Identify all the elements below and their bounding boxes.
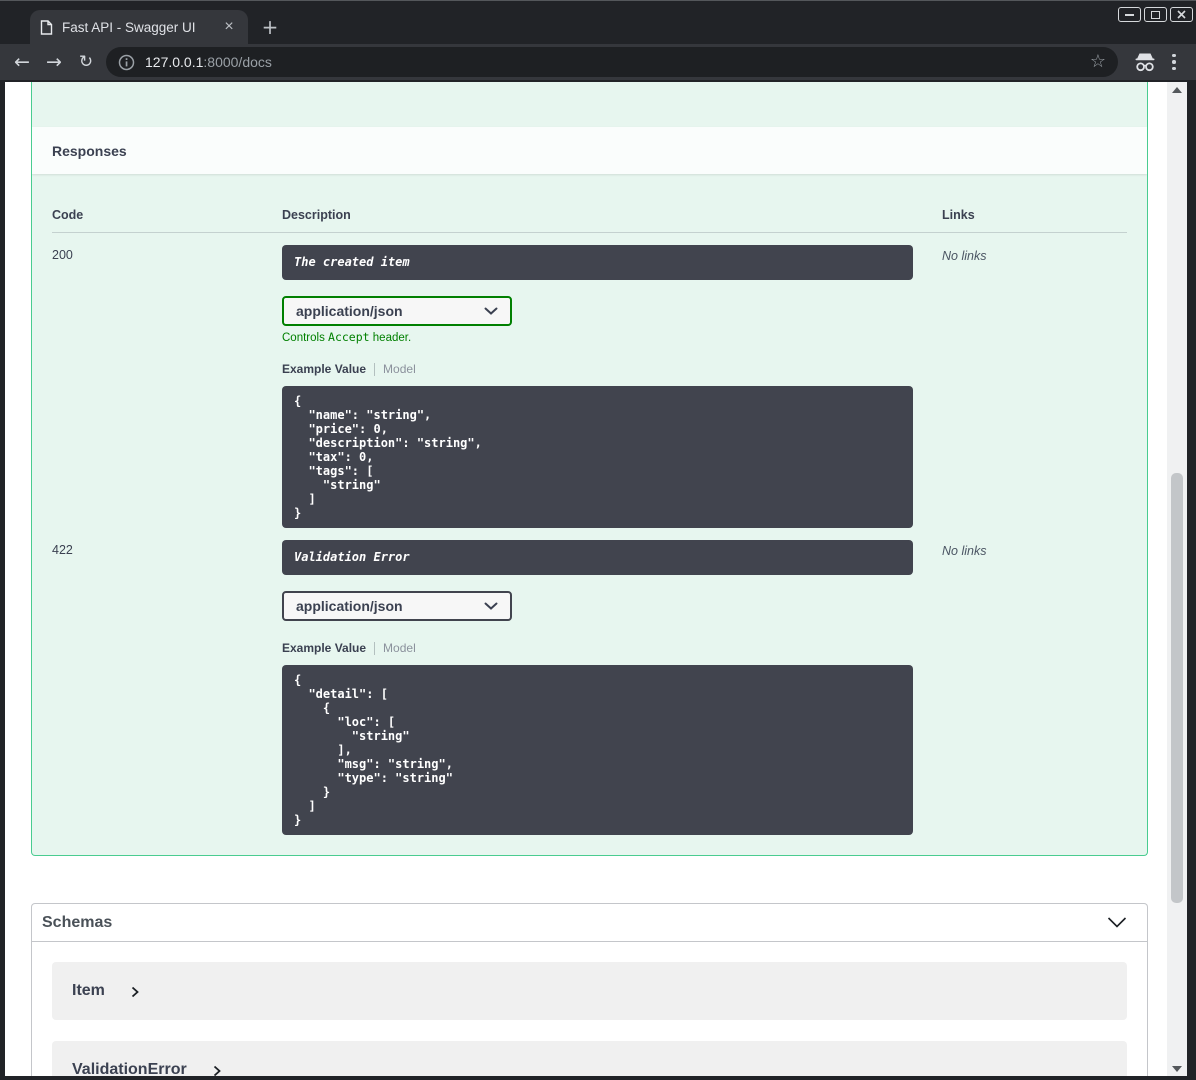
- tab-separator: [374, 641, 376, 655]
- schema-name: ValidationError: [72, 1061, 187, 1076]
- page-viewport: Responses Code Description Links 200 The…: [5, 82, 1187, 1076]
- tab-example-value[interactable]: Example Value: [282, 362, 366, 376]
- chevron-down-icon: [484, 307, 498, 315]
- url-path: :8000/docs: [203, 54, 272, 70]
- chevron-right-icon: [213, 1065, 221, 1076]
- responses-table-header: Code Description Links: [52, 194, 1127, 233]
- media-type-value: application/json: [296, 598, 403, 614]
- browser-titlebar: Fast API - Swagger UI × +: [0, 1, 1196, 45]
- media-type-value: application/json: [296, 303, 403, 319]
- chevron-down-icon[interactable]: [1107, 917, 1127, 928]
- maximize-icon: [1151, 10, 1160, 19]
- responses-header: Responses: [32, 127, 1147, 174]
- site-info-icon[interactable]: [118, 54, 135, 71]
- tab-close-icon[interactable]: ×: [220, 18, 238, 37]
- reload-icon[interactable]: ↻: [70, 47, 102, 77]
- responses-table: Code Description Links 200 The created i…: [32, 174, 1147, 855]
- tab-model[interactable]: Model: [383, 362, 416, 376]
- example-code-block: { "name": "string", "price": 0, "descrip…: [282, 386, 913, 528]
- example-model-tabs: Example Value Model: [282, 641, 942, 655]
- url-text: 127.0.0.1:8000/docs: [145, 54, 272, 70]
- document-favicon-icon: [40, 20, 53, 35]
- example-model-tabs: Example Value Model: [282, 362, 942, 376]
- response-description-cell: Validation Error application/json Exampl…: [282, 540, 942, 835]
- new-tab-icon[interactable]: +: [258, 16, 282, 40]
- schema-validationerror[interactable]: ValidationError: [52, 1041, 1127, 1076]
- schema-item[interactable]: Item: [52, 962, 1127, 1020]
- back-icon[interactable]: ←: [6, 47, 38, 77]
- media-type-select[interactable]: application/json: [282, 296, 512, 326]
- response-code: 200: [52, 248, 73, 262]
- response-links: No links: [942, 544, 987, 558]
- incognito-icon: [1128, 52, 1162, 73]
- response-row-422: 422 Validation Error application/json Ex…: [52, 528, 1127, 835]
- schemas-title: Schemas: [42, 913, 113, 931]
- response-links: No links: [942, 249, 987, 263]
- response-row-200: 200 The created item application/json Co…: [52, 233, 1127, 528]
- column-description: Description: [282, 208, 351, 222]
- window-minimize-button[interactable]: [1118, 7, 1141, 22]
- tab-title: Fast API - Swagger UI: [62, 20, 196, 35]
- schemas-body: Item ValidationError: [32, 942, 1147, 1076]
- page-scrollbar[interactable]: [1167, 82, 1187, 1076]
- tab-separator: [374, 362, 376, 376]
- window-controls: [1118, 7, 1193, 22]
- scrollbar-down-arrow-icon[interactable]: [1167, 1061, 1187, 1076]
- accept-header-code: Accept: [328, 330, 370, 344]
- response-description: The created item: [282, 245, 913, 280]
- schema-name: Item: [72, 982, 105, 999]
- window-maximize-button[interactable]: [1144, 7, 1167, 22]
- schemas-header[interactable]: Schemas: [32, 904, 1147, 942]
- response-description: Validation Error: [282, 540, 913, 575]
- operation-block: Responses Code Description Links 200 The…: [31, 82, 1148, 856]
- chevron-down-icon: [484, 602, 498, 610]
- forward-icon[interactable]: →: [38, 47, 70, 77]
- tab-model[interactable]: Model: [383, 641, 416, 655]
- bookmark-star-icon[interactable]: ☆: [1090, 53, 1106, 71]
- browser-toolbar: ← → ↻ 127.0.0.1:8000/docs ☆: [0, 44, 1196, 80]
- browser-tab[interactable]: Fast API - Swagger UI ×: [30, 10, 248, 45]
- chevron-right-icon: [131, 986, 139, 998]
- example-code-block: { "detail": [ { "loc": [ "string" ], "ms…: [282, 665, 913, 835]
- browser-menu-icon[interactable]: [1162, 53, 1186, 71]
- example-json: { "detail": [ { "loc": [ "string" ], "ms…: [294, 673, 453, 827]
- address-bar[interactable]: 127.0.0.1:8000/docs ☆: [106, 47, 1118, 77]
- example-json: { "name": "string", "price": 0, "descrip…: [294, 394, 482, 520]
- response-code: 422: [52, 543, 73, 557]
- url-host: 127.0.0.1: [145, 54, 204, 70]
- column-code: Code: [52, 208, 84, 222]
- close-icon: [1177, 10, 1186, 19]
- scrollbar-up-arrow-icon[interactable]: [1167, 82, 1187, 97]
- schemas-section: Schemas Item ValidationError: [31, 903, 1148, 1076]
- window-close-button[interactable]: [1170, 7, 1193, 22]
- scrollbar-thumb[interactable]: [1171, 473, 1183, 903]
- column-links: Links: [942, 208, 975, 222]
- media-type-select[interactable]: application/json: [282, 591, 512, 621]
- response-description-cell: The created item application/json Contro…: [282, 245, 942, 528]
- responses-title: Responses: [52, 142, 127, 159]
- controls-accept-note: Controls Accept header.: [282, 330, 412, 344]
- minimize-icon: [1125, 13, 1134, 16]
- tab-example-value[interactable]: Example Value: [282, 641, 366, 655]
